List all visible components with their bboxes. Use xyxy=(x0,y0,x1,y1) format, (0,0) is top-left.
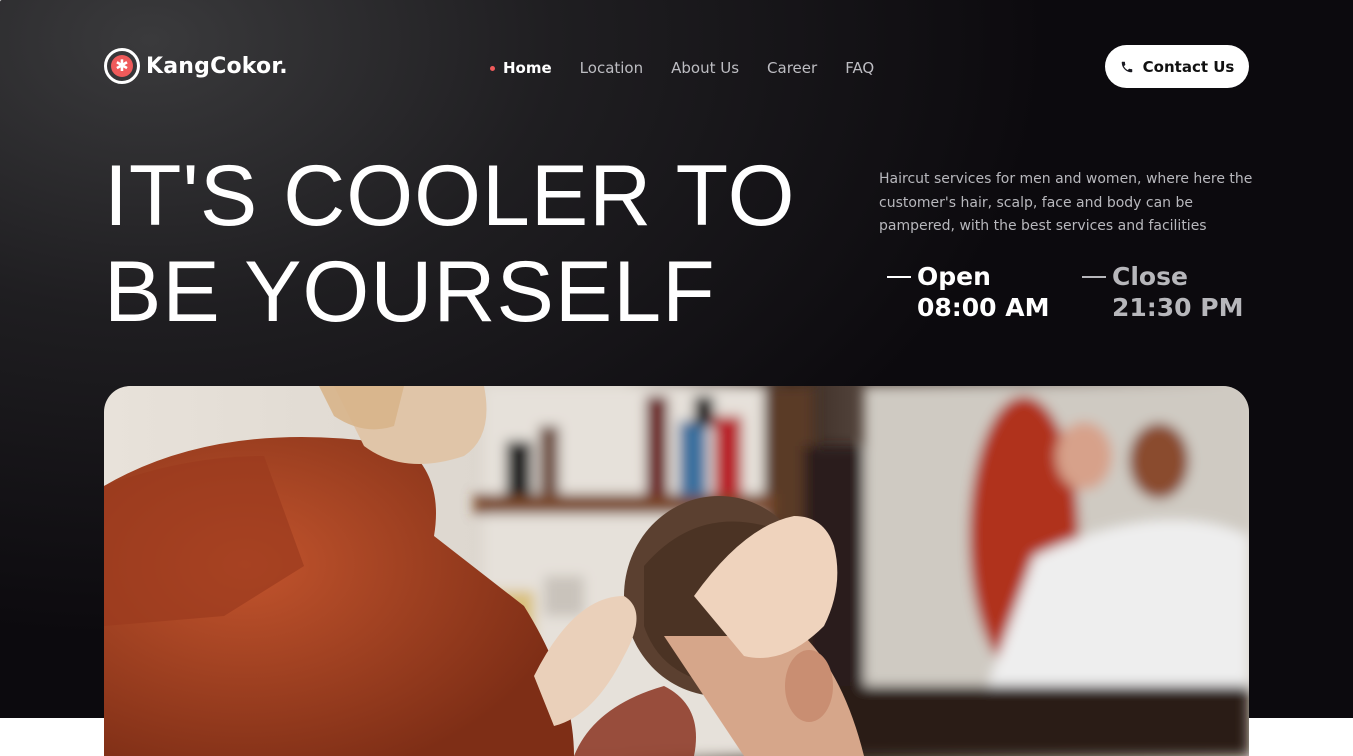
nav-item-label: Career xyxy=(767,59,818,77)
nav-item-career[interactable]: Career xyxy=(767,59,817,77)
close-time: 21:30 PM xyxy=(1112,293,1244,322)
headline-line-2: BE YOURSELF xyxy=(104,244,716,340)
nav-item-label: FAQ xyxy=(845,59,875,77)
nav-item-home[interactable]: Home xyxy=(490,59,552,77)
nav-item-label: Home xyxy=(503,59,552,77)
hero-description: Haircut services for men and women, wher… xyxy=(879,171,1253,234)
nav-item-faq[interactable]: FAQ xyxy=(845,59,874,77)
page-title: IT'S COOLER TO BE YOURSELF xyxy=(104,148,796,340)
phone-icon xyxy=(1121,61,1132,72)
dash-icon xyxy=(887,275,911,278)
headline-line-1: IT'S COOLER TO xyxy=(104,148,796,244)
open-label: Open xyxy=(917,262,991,291)
nav-item-label: Location xyxy=(579,59,644,77)
dash-icon xyxy=(1082,275,1106,278)
brand-logo[interactable]: ✱ KangCokor. xyxy=(104,48,288,84)
opening-hours: Open 08:00 AM xyxy=(887,262,1050,322)
hero-photo xyxy=(104,386,1249,756)
contact-us-label: Contact Us xyxy=(1142,57,1235,76)
active-dot-icon xyxy=(490,65,495,71)
open-time: 08:00 AM xyxy=(917,293,1050,322)
close-label: Close xyxy=(1112,262,1188,291)
contact-us-button[interactable]: Contact Us xyxy=(1105,45,1249,88)
main-nav: Home Location About Us Career FAQ xyxy=(490,58,902,78)
asterisk-logo-icon: ✱ xyxy=(104,48,140,84)
brand-name: KangCokor. xyxy=(146,53,288,79)
closing-hours: Close 21:30 PM xyxy=(1082,262,1243,322)
nav-item-location[interactable]: Location xyxy=(580,59,643,77)
nav-item-about-us[interactable]: About Us xyxy=(671,59,739,77)
nav-item-label: About Us xyxy=(671,59,740,77)
